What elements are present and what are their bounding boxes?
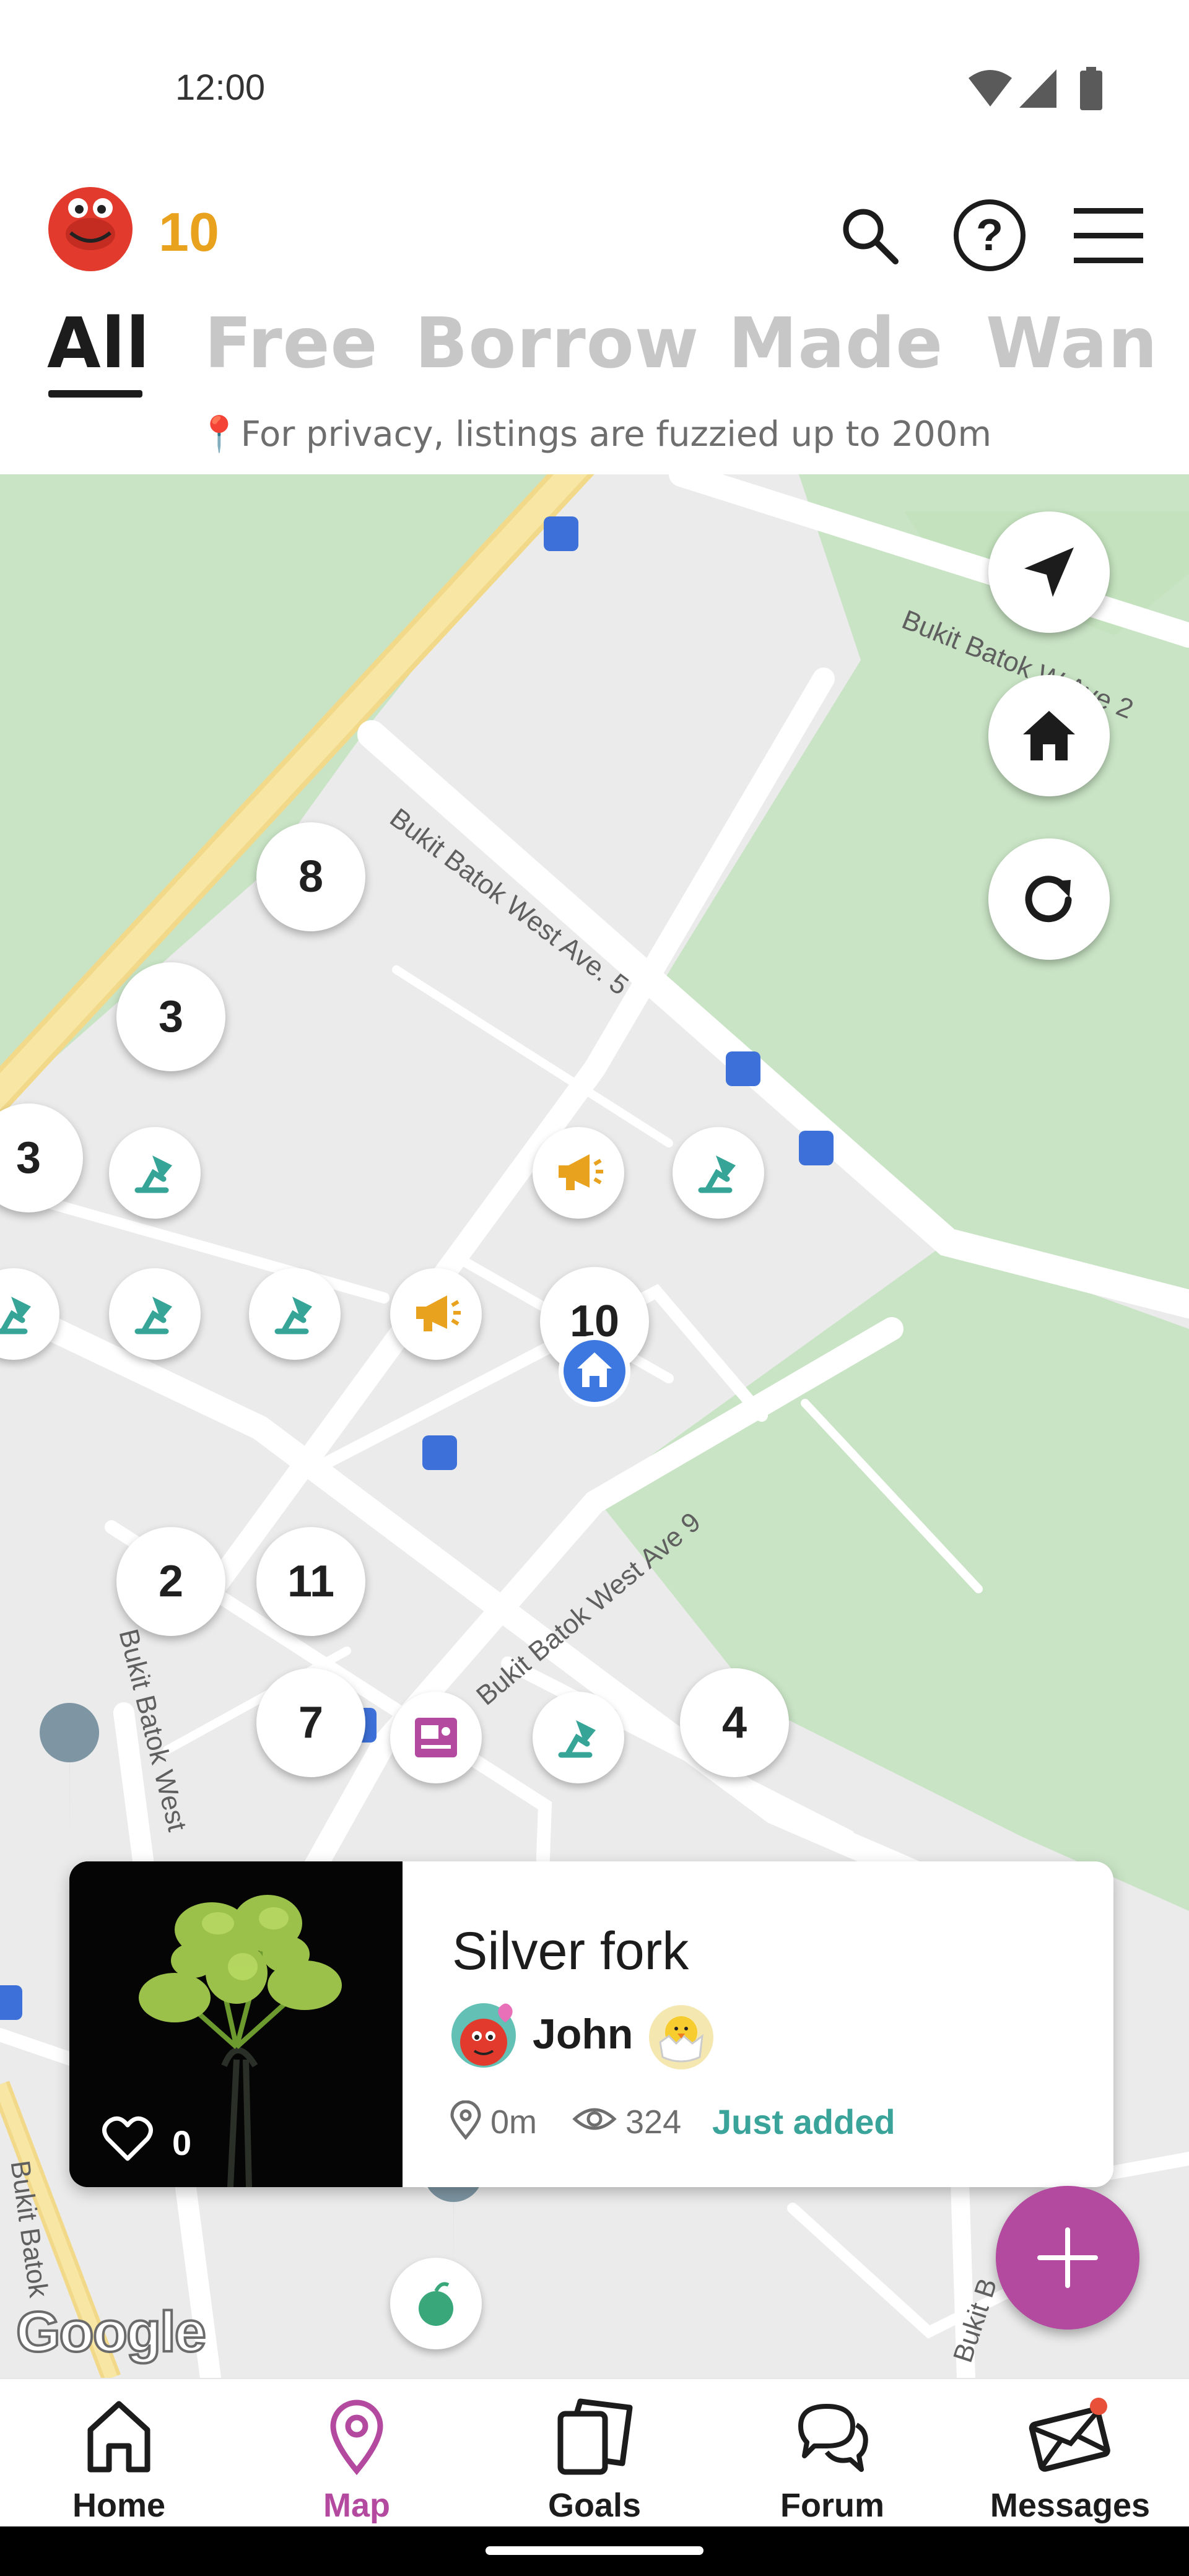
megaphone-pin-icon[interactable]: [533, 1127, 624, 1219]
menu-icon[interactable]: [1074, 204, 1143, 269]
lamp-pin-icon[interactable]: [249, 1268, 341, 1360]
map-cluster[interactable]: 3: [116, 962, 225, 1071]
home-icon: [87, 2401, 150, 2473]
goals-icon: [557, 2398, 633, 2475]
battery-icon: [1080, 67, 1102, 113]
cellular-icon: [1019, 69, 1056, 111]
location-pin-icon: 📍: [198, 414, 241, 455]
home-button[interactable]: [988, 675, 1110, 796]
nav-label-map: Map: [323, 2487, 390, 2524]
map-cluster[interactable]: 2: [116, 1527, 225, 1636]
nav-messages[interactable]: Messages: [951, 2390, 1189, 2524]
user-avatar: [450, 2001, 518, 2073]
listing-card[interactable]: 0 Silver fork John 0m 324 Just added: [69, 1861, 1113, 2187]
tab-free[interactable]: Free: [204, 303, 378, 384]
lamp-pin-icon[interactable]: [109, 1127, 201, 1219]
megaphone-pin-icon[interactable]: [390, 1268, 482, 1360]
apple-pin-icon[interactable]: [390, 2258, 482, 2349]
tab-made[interactable]: Made: [728, 303, 943, 384]
nav-forum[interactable]: Forum: [713, 2390, 951, 2524]
add-listing-button[interactable]: [996, 2186, 1139, 2330]
map-cluster[interactable]: 4: [680, 1668, 789, 1777]
chick-badge-icon: [648, 2004, 715, 2074]
plus-icon: [1037, 2227, 1098, 2288]
map-pin-icon: [330, 2400, 383, 2476]
lamp-pin-icon[interactable]: [109, 1268, 201, 1360]
lamp-pin-icon[interactable]: [673, 1127, 764, 1219]
map-cluster[interactable]: 7: [256, 1668, 365, 1777]
status-time: 12:00: [175, 67, 266, 108]
nav-goals[interactable]: Goals: [476, 2390, 713, 2524]
location-icon: [448, 2100, 483, 2143]
map-cluster[interactable]: 11: [256, 1527, 365, 1636]
home-gesture-handle[interactable]: [486, 2546, 703, 2555]
eye-icon: [572, 2104, 617, 2137]
tab-borrow[interactable]: Borrow: [415, 303, 699, 384]
my-location-button[interactable]: [988, 511, 1110, 633]
svg-text:?: ?: [976, 211, 1003, 260]
nav-label-home: Home: [72, 2487, 166, 2524]
tab-wanted[interactable]: Wan: [986, 303, 1158, 384]
map-cluster[interactable]: 8: [256, 822, 365, 931]
coin-count: 10: [159, 201, 219, 263]
help-icon[interactable]: ?: [951, 197, 1028, 277]
home-location-marker: [556, 1333, 633, 1412]
listing-title: Silver fork: [452, 1921, 689, 1981]
nav-home[interactable]: Home: [0, 2390, 238, 2524]
listing-owner[interactable]: John: [533, 2010, 633, 2058]
envelope-icon: [1029, 2398, 1110, 2472]
nav-label-messages: Messages: [990, 2487, 1151, 2524]
heart-icon[interactable]: [102, 2115, 154, 2165]
listing-views: 324: [625, 2104, 682, 2141]
forum-icon: [798, 2404, 868, 2472]
listing-added-time: Just added: [712, 2102, 895, 2141]
nav-label-goals: Goals: [547, 2487, 642, 2524]
sewing-machine-pin-icon[interactable]: [390, 1692, 482, 1783]
like-count: 0: [172, 2123, 192, 2162]
listing-distance: 0m: [490, 2104, 538, 2141]
refresh-button[interactable]: [988, 838, 1110, 960]
privacy-note: 📍For privacy, listings are fuzzied up to…: [0, 414, 1189, 455]
lamp-pin-icon[interactable]: [533, 1692, 624, 1783]
refresh-icon: [1025, 876, 1072, 923]
avatar[interactable]: [47, 185, 134, 274]
active-tab-indicator: [48, 390, 142, 398]
home-icon: [1023, 711, 1075, 760]
navigation-arrow-icon: [1024, 547, 1074, 597]
privacy-text: For privacy, listings are fuzzied up to …: [240, 414, 991, 455]
tab-all[interactable]: All: [47, 303, 150, 384]
google-attribution: Google: [15, 2299, 207, 2365]
search-icon[interactable]: [838, 204, 900, 269]
wifi-icon: [969, 69, 1012, 111]
nav-label-forum: Forum: [780, 2487, 884, 2524]
nav-map[interactable]: Map: [238, 2390, 476, 2524]
